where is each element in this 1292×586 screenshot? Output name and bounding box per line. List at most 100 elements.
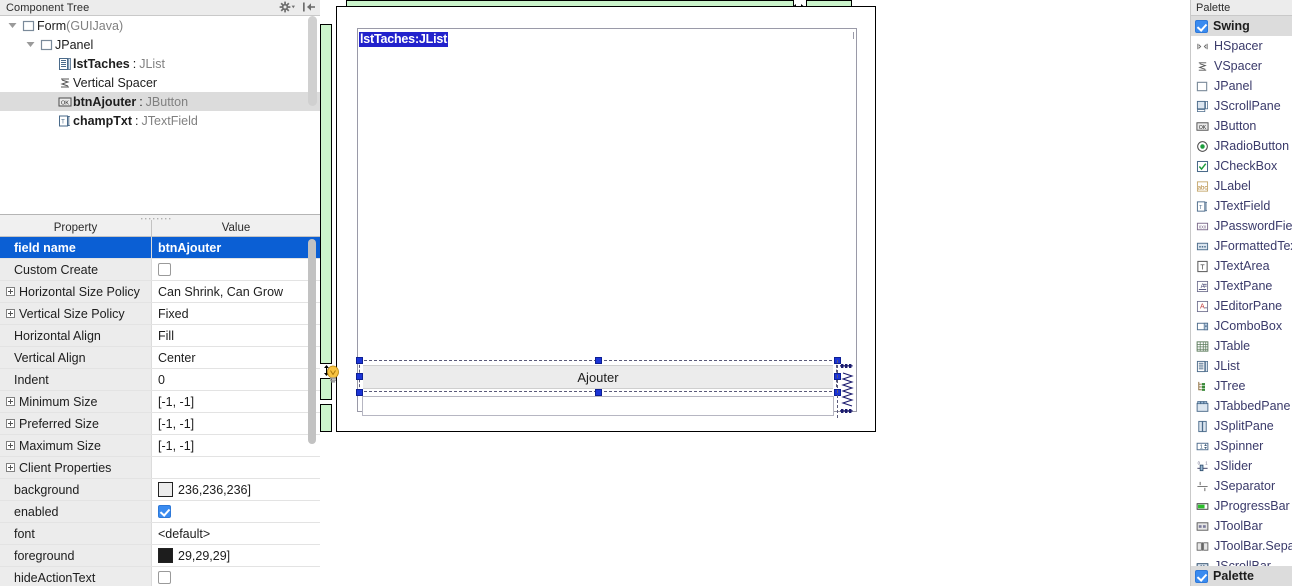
tree-row-vertical-spacer[interactable]: Vertical Spacer xyxy=(0,73,320,92)
resize-handle-w[interactable] xyxy=(356,373,363,380)
palette-item-jspinner[interactable]: 1 JSpinner xyxy=(1191,436,1292,456)
ajouter-button[interactable]: Ajouter xyxy=(363,365,833,389)
property-value-cell[interactable]: Center xyxy=(152,347,320,368)
property-value-cell[interactable]: [-1, -1] xyxy=(152,413,320,434)
property-value-cell[interactable]: btnAjouter xyxy=(152,237,320,258)
property-value-cell[interactable] xyxy=(152,259,320,280)
palette-item-jtextarea[interactable]: T JTextArea xyxy=(1191,256,1292,276)
property-value-checkbox[interactable] xyxy=(158,505,171,518)
property-expander-icon[interactable] xyxy=(6,309,15,318)
property-row-vertical-size-policy[interactable]: Vertical Size Policy Fixed xyxy=(0,303,320,325)
palette-item-jformattedtextfield[interactable]: JFormattedTextField xyxy=(1191,236,1292,256)
property-value-checkbox[interactable] xyxy=(158,263,171,276)
property-value-cell[interactable]: 29,29,29] xyxy=(152,545,320,566)
tree-row-jpanel[interactable]: JPanel xyxy=(0,35,320,54)
palette-group-checkbox[interactable] xyxy=(1195,569,1208,583)
gear-dropdown-icon[interactable] xyxy=(278,1,296,16)
palette-item-jtextpane[interactable]: A JTextPane xyxy=(1191,276,1292,296)
textfield-cell[interactable] xyxy=(359,394,837,418)
property-row-indent[interactable]: Indent 0 xyxy=(0,369,320,391)
palette-item-jradiobutton[interactable]: JRadioButton xyxy=(1191,136,1292,156)
property-row-preferred-size[interactable]: Preferred Size [-1, -1] xyxy=(0,413,320,435)
property-row-vertical-align[interactable]: Vertical Align Center xyxy=(0,347,320,369)
property-row-minimum-size[interactable]: Minimum Size [-1, -1] xyxy=(0,391,320,413)
tree-twisty-expanded-icon[interactable] xyxy=(4,21,20,30)
property-row-maximum-size[interactable]: Maximum Size [-1, -1] xyxy=(0,435,320,457)
palette-item-vspacer[interactable]: VSpacer xyxy=(1191,56,1292,76)
property-color-swatch[interactable] xyxy=(158,482,173,497)
palette-item-jprogressbar[interactable]: JProgressBar xyxy=(1191,496,1292,516)
palette-group-palette[interactable]: Palette xyxy=(1191,566,1292,586)
palette-item-jpasswordfield[interactable]: xxx JPasswordField xyxy=(1191,216,1292,236)
palette-item-jpanel[interactable]: JPanel xyxy=(1191,76,1292,96)
property-row-client-properties[interactable]: Client Properties xyxy=(0,457,320,479)
property-value-cell[interactable]: Fixed xyxy=(152,303,320,324)
palette-item-jcombobox[interactable]: JComboBox xyxy=(1191,316,1292,336)
palette-item-jtoolbar[interactable]: JToolBar xyxy=(1191,516,1292,536)
property-expander-icon[interactable] xyxy=(6,397,15,406)
component-tree[interactable]: Form (GUIJava) JPanel lstTaches: JList Vertic… xyxy=(0,16,320,215)
property-row-font[interactable]: font <default> xyxy=(0,523,320,545)
property-value-cell[interactable] xyxy=(152,501,320,522)
collapse-all-icon[interactable] xyxy=(302,1,316,16)
property-row-background[interactable]: background 236,236,236] xyxy=(0,479,320,501)
ruler-v-segment[interactable] xyxy=(320,404,332,432)
tree-row-lsttaches[interactable]: lstTaches: JList xyxy=(0,54,320,73)
tree-row-form[interactable]: Form (GUIJava) xyxy=(0,16,320,35)
property-expander-icon[interactable] xyxy=(6,287,15,296)
property-row-enabled[interactable]: enabled xyxy=(0,501,320,523)
property-inspector[interactable]: Property Value field name btnAjouter Custo… xyxy=(0,220,320,586)
resize-handle-nw[interactable] xyxy=(356,357,363,364)
lightbulb-icon[interactable] xyxy=(325,365,341,386)
property-row-horizontal-align[interactable]: Horizontal Align Fill xyxy=(0,325,320,347)
property-expander-icon[interactable] xyxy=(6,441,15,450)
palette-item-jtable[interactable]: JTable xyxy=(1191,336,1292,356)
property-row-horizontal-size-policy[interactable]: Horizontal Size Policy Can Shrink, Can Gr… xyxy=(0,281,320,303)
property-row-field-name[interactable]: field name btnAjouter xyxy=(0,237,320,259)
jlist-widget[interactable]: lstTaches:JList xyxy=(358,29,856,359)
form-surface[interactable]: lstTaches:JList Ajouter xyxy=(336,6,876,432)
resize-handle-n[interactable] xyxy=(595,357,602,364)
property-value-cell[interactable]: Fill xyxy=(152,325,320,346)
palette-group-swing[interactable]: Swing xyxy=(1191,16,1292,36)
tree-row-champtxt[interactable]: TchampTxt: JTextField xyxy=(0,111,320,130)
property-scrollbar-thumb[interactable] xyxy=(308,239,316,444)
palette-item-jslider[interactable]: 0 1 JSlider xyxy=(1191,456,1292,476)
property-row-custom-create[interactable]: Custom Create xyxy=(0,259,320,281)
palette-item-jlist[interactable]: JList xyxy=(1191,356,1292,376)
property-row-hideactiontext[interactable]: hideActionText xyxy=(0,567,320,586)
property-value-cell[interactable] xyxy=(152,457,320,478)
property-row-foreground[interactable]: foreground 29,29,29] xyxy=(0,545,320,567)
swing-group-checkbox[interactable] xyxy=(1195,19,1208,33)
property-value-cell[interactable]: 0 xyxy=(152,369,320,390)
property-value-cell[interactable]: <default> xyxy=(152,523,320,544)
property-expander-icon[interactable] xyxy=(6,463,15,472)
property-value-checkbox[interactable] xyxy=(158,571,171,584)
tree-twisty-expanded-icon[interactable] xyxy=(22,40,38,49)
button-selection-frame[interactable]: Ajouter xyxy=(356,357,841,396)
property-value-cell[interactable]: 236,236,236] xyxy=(152,479,320,500)
ruler-v-segment[interactable] xyxy=(320,24,332,364)
palette-item-jtabbedpane[interactable]: JTabbedPane xyxy=(1191,396,1292,416)
palette-item-jbutton[interactable]: OK JButton xyxy=(1191,116,1292,136)
palette-item-hspacer[interactable]: HSpacer xyxy=(1191,36,1292,56)
design-canvas[interactable]: lstTaches:JList Ajouter xyxy=(320,0,1190,586)
property-value-cell[interactable] xyxy=(152,567,320,586)
property-color-swatch[interactable] xyxy=(158,548,173,563)
tree-row-btnajouter[interactable]: OK btnAjouter: JButton xyxy=(0,92,320,111)
palette-item-jsplitpane[interactable]: JSplitPane xyxy=(1191,416,1292,436)
palette-item-jcheckbox[interactable]: JCheckBox xyxy=(1191,156,1292,176)
palette-item-jtoolbar-separator[interactable]: JToolBar.Separator xyxy=(1191,536,1292,556)
property-expander-icon[interactable] xyxy=(6,419,15,428)
property-scrollbar[interactable] xyxy=(308,224,316,554)
palette-item-jlabel[interactable]: abc JLabel xyxy=(1191,176,1292,196)
component-tree-scrollbar[interactable] xyxy=(308,16,317,214)
property-value-cell[interactable]: Can Shrink, Can Grow xyxy=(152,281,320,302)
vertical-spacer-widget[interactable] xyxy=(837,360,857,418)
champtxt-textfield[interactable] xyxy=(362,396,834,416)
palette-item-jseparator[interactable]: JSeparator xyxy=(1191,476,1292,496)
palette-item-jeditorpane[interactable]: A JEditorPane xyxy=(1191,296,1292,316)
jpanel-container[interactable]: lstTaches:JList Ajouter xyxy=(356,28,857,418)
property-value-cell[interactable]: [-1, -1] xyxy=(152,391,320,412)
palette-panel[interactable]: Palette Swing HSpacer VSpacer JPanel JScrol… xyxy=(1190,0,1292,586)
